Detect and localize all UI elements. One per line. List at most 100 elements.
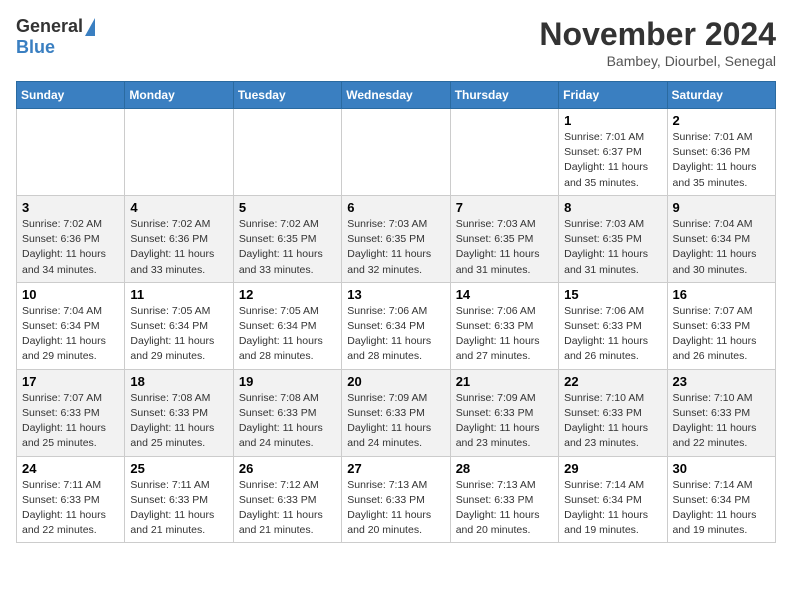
day-number: 2 (673, 113, 770, 128)
calendar-cell-2-3: 5 Sunrise: 7:02 AMSunset: 6:35 PMDaylight… (233, 195, 341, 282)
calendar-header-wednesday: Wednesday (342, 82, 450, 109)
day-number: 11 (130, 287, 227, 302)
day-number: 16 (673, 287, 770, 302)
calendar-header-sunday: Sunday (17, 82, 125, 109)
calendar-week-1: 1Sunrise: 7:01 AMSunset: 6:37 PMDaylight… (17, 109, 776, 196)
day-info: Sunrise: 7:13 AMSunset: 6:33 PMDaylight:… (347, 478, 444, 539)
day-info: Sunrise: 7:11 AMSunset: 6:33 PMDaylight:… (130, 478, 227, 539)
calendar-cell-4-7: 23Sunrise: 7:10 AMSunset: 6:33 PMDayligh… (667, 369, 775, 456)
calendar-cell-5-4: 27 Sunrise: 7:13 AMSunset: 6:33 PMDayligh… (342, 456, 450, 543)
day-info: Sunrise: 7:03 AMSunset: 6:35 PMDaylight:… (456, 217, 553, 278)
calendar-header-monday: Monday (125, 82, 233, 109)
calendar-cell-3-5: 14 Sunrise: 7:06 AMSunset: 6:33 PMDayligh… (450, 282, 558, 369)
day-info: Sunrise: 7:13 AMSunset: 6:33 PMDaylight:… (456, 478, 553, 539)
day-number: 1 (564, 113, 661, 128)
calendar-cell-5-2: 25 Sunrise: 7:11 AMSunset: 6:33 PMDayligh… (125, 456, 233, 543)
day-info: Sunrise: 7:14 AMSunset: 6:34 PMDaylight:… (564, 478, 661, 539)
logo-blue-text: Blue (16, 37, 55, 58)
day-info: Sunrise: 7:06 AMSunset: 6:34 PMDaylight:… (347, 304, 444, 365)
calendar-cell-5-7: 30Sunrise: 7:14 AMSunset: 6:34 PMDayligh… (667, 456, 775, 543)
calendar-cell-2-1: 3 Sunrise: 7:02 AMSunset: 6:36 PMDaylight… (17, 195, 125, 282)
logo: General Blue (16, 16, 95, 58)
day-number: 15 (564, 287, 661, 302)
day-info: Sunrise: 7:03 AMSunset: 6:35 PMDaylight:… (564, 217, 661, 278)
calendar-header-tuesday: Tuesday (233, 82, 341, 109)
calendar-cell-4-1: 17 Sunrise: 7:07 AMSunset: 6:33 PMDayligh… (17, 369, 125, 456)
day-info: Sunrise: 7:06 AMSunset: 6:33 PMDaylight:… (456, 304, 553, 365)
day-info: Sunrise: 7:02 AMSunset: 6:35 PMDaylight:… (239, 217, 336, 278)
day-info: Sunrise: 7:10 AMSunset: 6:33 PMDaylight:… (673, 391, 770, 452)
calendar-cell-2-5: 7 Sunrise: 7:03 AMSunset: 6:35 PMDaylight… (450, 195, 558, 282)
day-number: 8 (564, 200, 661, 215)
calendar-cell-1-5 (450, 109, 558, 196)
day-info: Sunrise: 7:08 AMSunset: 6:33 PMDaylight:… (130, 391, 227, 452)
day-number: 19 (239, 374, 336, 389)
calendar-cell-3-7: 16 Sunrise: 7:07 AMSunset: 6:33 PMDayligh… (667, 282, 775, 369)
calendar-cell-4-6: 22 Sunrise: 7:10 AMSunset: 6:33 PMDayligh… (559, 369, 667, 456)
day-number: 7 (456, 200, 553, 215)
calendar-cell-5-6: 29 Sunrise: 7:14 AMSunset: 6:34 PMDayligh… (559, 456, 667, 543)
day-info: Sunrise: 7:12 AMSunset: 6:33 PMDaylight:… (239, 478, 336, 539)
calendar-cell-1-2 (125, 109, 233, 196)
calendar-cell-1-4 (342, 109, 450, 196)
calendar-cell-4-2: 18 Sunrise: 7:08 AMSunset: 6:33 PMDayligh… (125, 369, 233, 456)
header: General Blue November 2024 Bambey, Diour… (16, 16, 776, 69)
calendar-cell-1-1 (17, 109, 125, 196)
calendar-cell-2-4: 6 Sunrise: 7:03 AMSunset: 6:35 PMDaylight… (342, 195, 450, 282)
day-number: 26 (239, 461, 336, 476)
day-number: 13 (347, 287, 444, 302)
calendar-cell-4-3: 19 Sunrise: 7:08 AMSunset: 6:33 PMDayligh… (233, 369, 341, 456)
day-info: Sunrise: 7:07 AMSunset: 6:33 PMDaylight:… (22, 391, 119, 452)
day-number: 24 (22, 461, 119, 476)
calendar-cell-1-3 (233, 109, 341, 196)
calendar-cell-3-2: 11 Sunrise: 7:05 AMSunset: 6:34 PMDayligh… (125, 282, 233, 369)
calendar-cell-2-2: 4Sunrise: 7:02 AMSunset: 6:36 PMDaylight… (125, 195, 233, 282)
calendar-week-5: 24 Sunrise: 7:11 AMSunset: 6:33 PMDayligh… (17, 456, 776, 543)
day-number: 30 (673, 461, 770, 476)
day-info: Sunrise: 7:05 AMSunset: 6:34 PMDaylight:… (130, 304, 227, 365)
day-info: Sunrise: 7:08 AMSunset: 6:33 PMDaylight:… (239, 391, 336, 452)
month-title: November 2024 (539, 16, 776, 53)
calendar-cell-2-6: 8 Sunrise: 7:03 AMSunset: 6:35 PMDaylight… (559, 195, 667, 282)
logo-general-text: General (16, 16, 83, 37)
day-number: 14 (456, 287, 553, 302)
day-info: Sunrise: 7:06 AMSunset: 6:33 PMDaylight:… (564, 304, 661, 365)
day-number: 27 (347, 461, 444, 476)
day-info: Sunrise: 7:11 AMSunset: 6:33 PMDaylight:… (22, 478, 119, 539)
calendar-cell-3-1: 10Sunrise: 7:04 AMSunset: 6:34 PMDayligh… (17, 282, 125, 369)
day-number: 17 (22, 374, 119, 389)
day-number: 10 (22, 287, 119, 302)
calendar-week-4: 17 Sunrise: 7:07 AMSunset: 6:33 PMDayligh… (17, 369, 776, 456)
calendar-header-friday: Friday (559, 82, 667, 109)
calendar-cell-3-6: 15 Sunrise: 7:06 AMSunset: 6:33 PMDayligh… (559, 282, 667, 369)
day-info: Sunrise: 7:07 AMSunset: 6:33 PMDaylight:… (673, 304, 770, 365)
day-number: 22 (564, 374, 661, 389)
calendar-cell-4-4: 20Sunrise: 7:09 AMSunset: 6:33 PMDayligh… (342, 369, 450, 456)
day-number: 5 (239, 200, 336, 215)
day-info: Sunrise: 7:02 AMSunset: 6:36 PMDaylight:… (22, 217, 119, 278)
day-number: 12 (239, 287, 336, 302)
calendar-header-thursday: Thursday (450, 82, 558, 109)
calendar-cell-4-5: 21 Sunrise: 7:09 AMSunset: 6:33 PMDayligh… (450, 369, 558, 456)
day-number: 6 (347, 200, 444, 215)
calendar-cell-3-4: 13 Sunrise: 7:06 AMSunset: 6:34 PMDayligh… (342, 282, 450, 369)
day-number: 21 (456, 374, 553, 389)
day-number: 29 (564, 461, 661, 476)
logo-triangle-icon (85, 18, 95, 36)
title-area: November 2024 Bambey, Diourbel, Senegal (539, 16, 776, 69)
day-number: 3 (22, 200, 119, 215)
day-number: 9 (673, 200, 770, 215)
day-info: Sunrise: 7:09 AMSunset: 6:33 PMDaylight:… (347, 391, 444, 452)
day-info: Sunrise: 7:03 AMSunset: 6:35 PMDaylight:… (347, 217, 444, 278)
day-info: Sunrise: 7:10 AMSunset: 6:33 PMDaylight:… (564, 391, 661, 452)
day-number: 18 (130, 374, 227, 389)
calendar-week-3: 10Sunrise: 7:04 AMSunset: 6:34 PMDayligh… (17, 282, 776, 369)
day-number: 25 (130, 461, 227, 476)
day-info: Sunrise: 7:04 AMSunset: 6:34 PMDaylight:… (673, 217, 770, 278)
calendar-cell-1-7: 2 Sunrise: 7:01 AMSunset: 6:36 PMDaylight… (667, 109, 775, 196)
day-number: 28 (456, 461, 553, 476)
day-info: Sunrise: 7:01 AMSunset: 6:36 PMDaylight:… (673, 130, 770, 191)
day-info: Sunrise: 7:09 AMSunset: 6:33 PMDaylight:… (456, 391, 553, 452)
day-info: Sunrise: 7:02 AMSunset: 6:36 PMDaylight:… (130, 217, 227, 278)
calendar-week-2: 3 Sunrise: 7:02 AMSunset: 6:36 PMDaylight… (17, 195, 776, 282)
